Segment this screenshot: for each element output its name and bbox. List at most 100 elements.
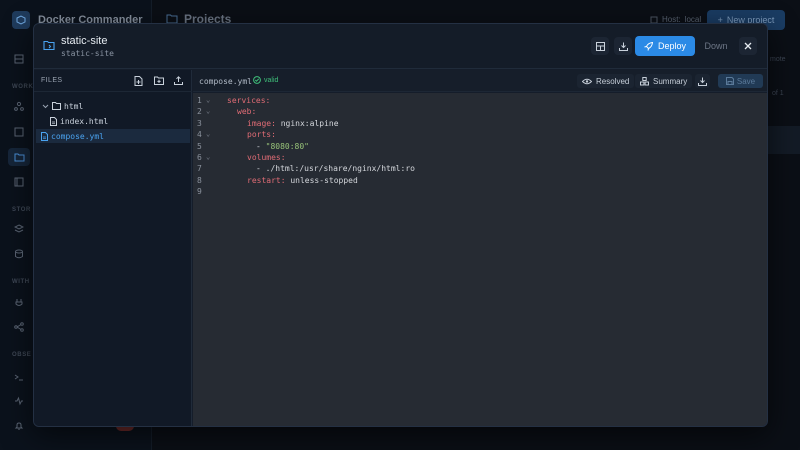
check-circle-icon [253,76,261,84]
container-icon[interactable] [13,176,25,188]
code-line: 2 ⌄ web: [193,106,767,117]
docker-logo-icon [12,11,30,29]
code-editor[interactable]: 1 ⌄ services: 2 ⌄ web: 3 image: nginx:al… [193,93,767,426]
yaml-key: image: [247,118,276,128]
yaml-key: volumes: [247,153,286,162]
fold-chevron-icon[interactable]: ⌄ [206,95,210,106]
fold-chevron-icon[interactable]: ⌄ [206,152,210,163]
yaml-dash: - [256,164,266,174]
new-folder-button[interactable] [152,74,165,87]
save-button[interactable]: Save [718,74,763,88]
code-line: 5 - "8080:80" [193,141,767,152]
save-icon [725,77,734,85]
deploy-button[interactable]: Deploy [635,36,695,56]
line-number: 7 [197,164,202,174]
images-icon[interactable] [13,126,25,138]
yaml-dash: - [256,141,266,151]
terminal-icon[interactable] [13,371,25,383]
resolved-button[interactable]: Resolved [577,74,635,88]
yaml-key: ports: [247,130,276,140]
sidebar-section-label: STOR [12,207,31,213]
upload-icon [174,76,183,85]
project-folder-icon [43,40,55,52]
tree-file-index-html[interactable]: index.html [36,114,190,128]
summary-button[interactable]: Summary [635,74,693,88]
boxes-icon [640,76,649,85]
share-icon[interactable] [13,321,25,333]
sidebar-section-label: WORK [12,84,34,90]
new-file-icon [134,75,143,86]
download-button[interactable] [614,37,632,55]
download-icon [698,77,707,86]
tree-folder-html[interactable]: html [36,99,190,113]
close-icon [744,42,752,50]
layers-icon[interactable] [13,223,25,235]
editor-toolbar: compose.yml valid Resolved Summary Save [193,70,767,92]
file-icon [41,131,48,141]
bg-table-row [768,126,800,154]
editor-download-button[interactable] [695,74,710,88]
chevron-down-icon [42,104,49,108]
sidebar-section-label: WITH [12,279,30,285]
new-folder-icon [153,76,164,85]
new-file-button[interactable] [132,74,145,87]
yaml-string: "8080:80" [265,141,309,151]
line-number: 5 [197,141,202,151]
grid-icon[interactable] [13,53,25,65]
files-panel: FILES html index.html compose.yml [34,70,192,426]
code-line: 7 - ./html:/usr/share/nginx/html:ro [193,163,767,174]
modal-title: static-site [61,35,108,47]
folder-icon [52,102,61,110]
code-line: 8 restart: unless-stopped [193,175,767,186]
projects-icon[interactable] [8,148,30,166]
activity-icon[interactable] [13,395,25,407]
editor-filename: compose.yml [199,77,252,86]
tree-item-label: html [64,101,84,111]
resolved-label: Resolved [596,76,630,86]
tree-item-label: compose.yml [51,131,104,141]
download-icon [618,42,628,51]
files-panel-header: FILES [34,70,192,92]
upload-button[interactable] [172,74,185,87]
validation-label: valid [264,76,279,84]
file-icon [50,116,57,126]
plug-icon[interactable] [13,297,25,309]
files-title: FILES [41,77,63,84]
yaml-value: ./html:/usr/share/nginx/html:ro [265,164,415,174]
sidebar-section-label: OBSE [12,352,32,358]
tree-item-label: index.html [60,116,109,126]
network-icon[interactable] [13,100,25,112]
line-number: 3 [197,118,202,128]
line-number: 8 [197,175,202,185]
close-button[interactable] [739,37,757,55]
validation-status: valid [253,76,278,84]
yaml-key: web: [237,107,257,117]
layout-button[interactable] [591,37,609,55]
yaml-key: restart: [247,175,286,185]
rocket-icon [644,41,653,51]
layout-icon [595,41,605,51]
yaml-value: unless-stopped [285,175,358,185]
fold-chevron-icon[interactable]: ⌄ [206,129,210,140]
yaml-key: services: [227,96,271,105]
summary-label: Summary [653,76,688,86]
code-line: 1 ⌄ services: [193,95,767,106]
tree-file-compose-yml[interactable]: compose.yml [36,129,190,143]
line-number: 9 [197,187,202,197]
eye-icon [582,78,592,84]
bg-text-fragment: mote [770,56,786,63]
deploy-label: Deploy [657,41,686,51]
modal-header: static-site static-site Deploy Down [34,24,767,69]
modal-subtitle: static-site [61,49,114,58]
code-line: 4 ⌄ ports: [193,129,767,140]
database-icon[interactable] [13,248,25,260]
down-button[interactable]: Down [700,36,732,56]
yaml-value: nginx:alpine [275,118,339,128]
save-label: Save [736,76,756,86]
fold-chevron-icon[interactable]: ⌄ [206,106,210,117]
code-line: 3 image: nginx:alpine [193,118,767,129]
code-line: 6 ⌄ volumes: [193,152,767,163]
bell-icon[interactable] [13,420,25,432]
bg-text-fragment: of 1 [772,90,784,97]
code-line: 9 [193,186,767,197]
